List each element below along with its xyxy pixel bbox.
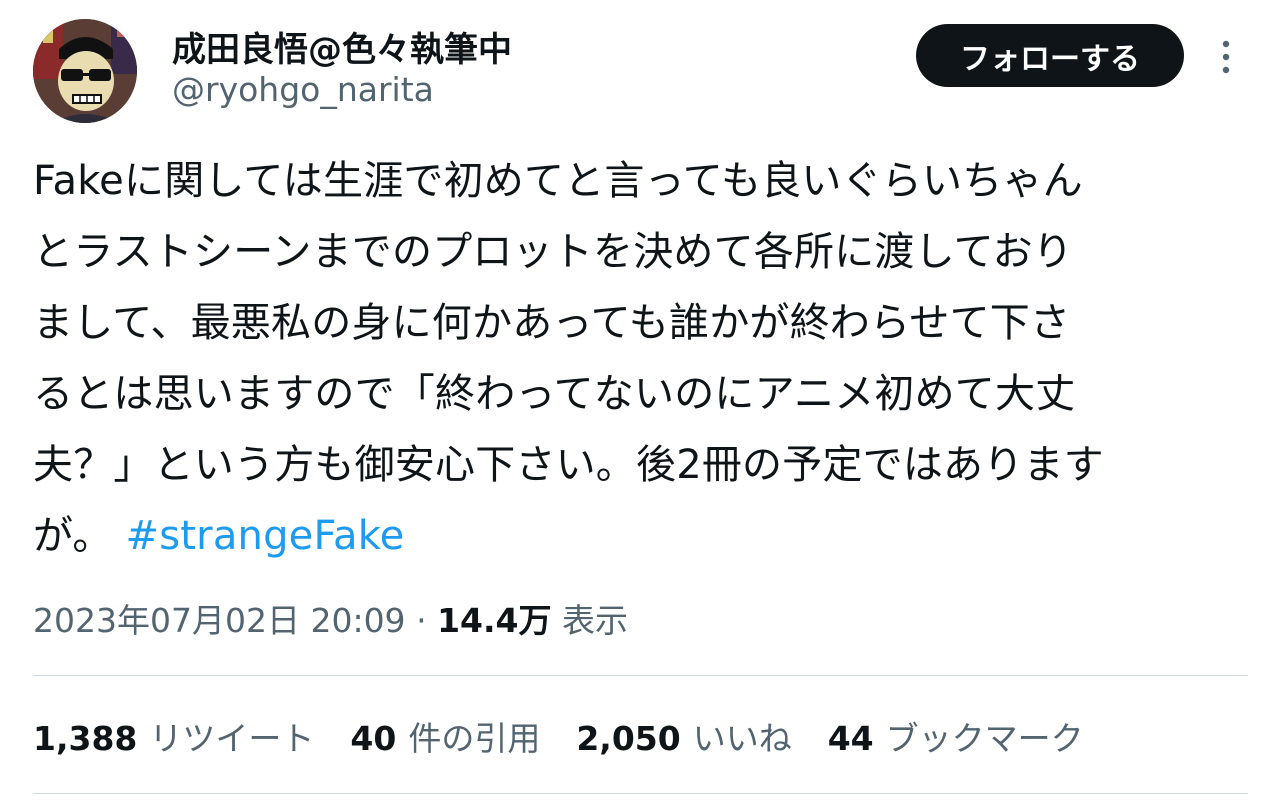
likes-label: いいね (692, 719, 792, 758)
tweet-stats: 1,388 リツイート 40 件の引用 2,050 いいね 44 ブックマーク (33, 712, 1084, 760)
tweet-text-line: るとは思いますので「終わってないのにアニメ初めて大丈 (33, 371, 1076, 417)
likes-count: 2,050 (576, 719, 681, 758)
author-handle[interactable]: @ryohgo_narita (172, 70, 434, 109)
author-display-name[interactable]: 成田良悟@色々執筆中 (172, 22, 512, 71)
tweet-detail-page: 成田良悟@色々執筆中 @ryohgo_narita フォローする Fakeに関し… (0, 0, 1280, 800)
quotes-count: 40 (350, 719, 397, 758)
retweets-label: リツイート (149, 719, 315, 758)
avatar[interactable] (33, 19, 137, 123)
retweets-count: 1,388 (33, 719, 138, 758)
tweet-text-line: 夫？」という方も御安心下さい。後2冊の予定ではあります (33, 442, 1104, 488)
tweet-meta: 2023年07月02日 20:09 · 14.4万 表示 (33, 594, 628, 642)
tweet-text-line: Fakeに関しては生涯で初めてと言っても良いぐらいちゃん (33, 158, 1083, 204)
hashtag-link[interactable]: #strangeFake (126, 513, 405, 559)
likes-stat[interactable]: 2,050 いいね (576, 712, 791, 760)
avatar-illustration (33, 19, 137, 123)
bookmarks-stat[interactable]: 44 ブックマーク (828, 712, 1084, 760)
tweet-header: 成田良悟@色々執筆中 @ryohgo_narita フォローする (0, 0, 1280, 130)
tweet-text-line: まして、最悪私の身に何かあっても誰かが終わらせて下さ (33, 300, 1071, 346)
tweet-text-line-last: が。 #strangeFake (33, 501, 1248, 572)
retweets-stat[interactable]: 1,388 リツイート (33, 712, 314, 760)
views-count: 14.4万 (437, 601, 552, 640)
bookmarks-label: ブックマーク (885, 719, 1084, 758)
follow-button[interactable]: フォローする (916, 24, 1184, 87)
tweet-timestamp[interactable]: 2023年07月02日 20:09 (33, 601, 406, 640)
views-label: 表示 (561, 601, 628, 640)
divider (33, 793, 1248, 794)
more-vertical-icon[interactable] (1212, 38, 1240, 76)
bookmarks-count: 44 (827, 719, 874, 758)
tweet-text-tail: が。 (33, 513, 113, 559)
divider (33, 675, 1248, 676)
quotes-stat[interactable]: 40 件の引用 (350, 712, 540, 760)
tweet-text: Fakeに関しては生涯で初めてと言っても良いぐらいちゃん とラストシーンまでのプ… (33, 146, 1248, 572)
meta-separator: · (416, 601, 427, 640)
quotes-label: 件の引用 (408, 719, 541, 758)
tweet-text-line: とラストシーンまでのプロットを決めて各所に渡しており (33, 229, 1073, 275)
